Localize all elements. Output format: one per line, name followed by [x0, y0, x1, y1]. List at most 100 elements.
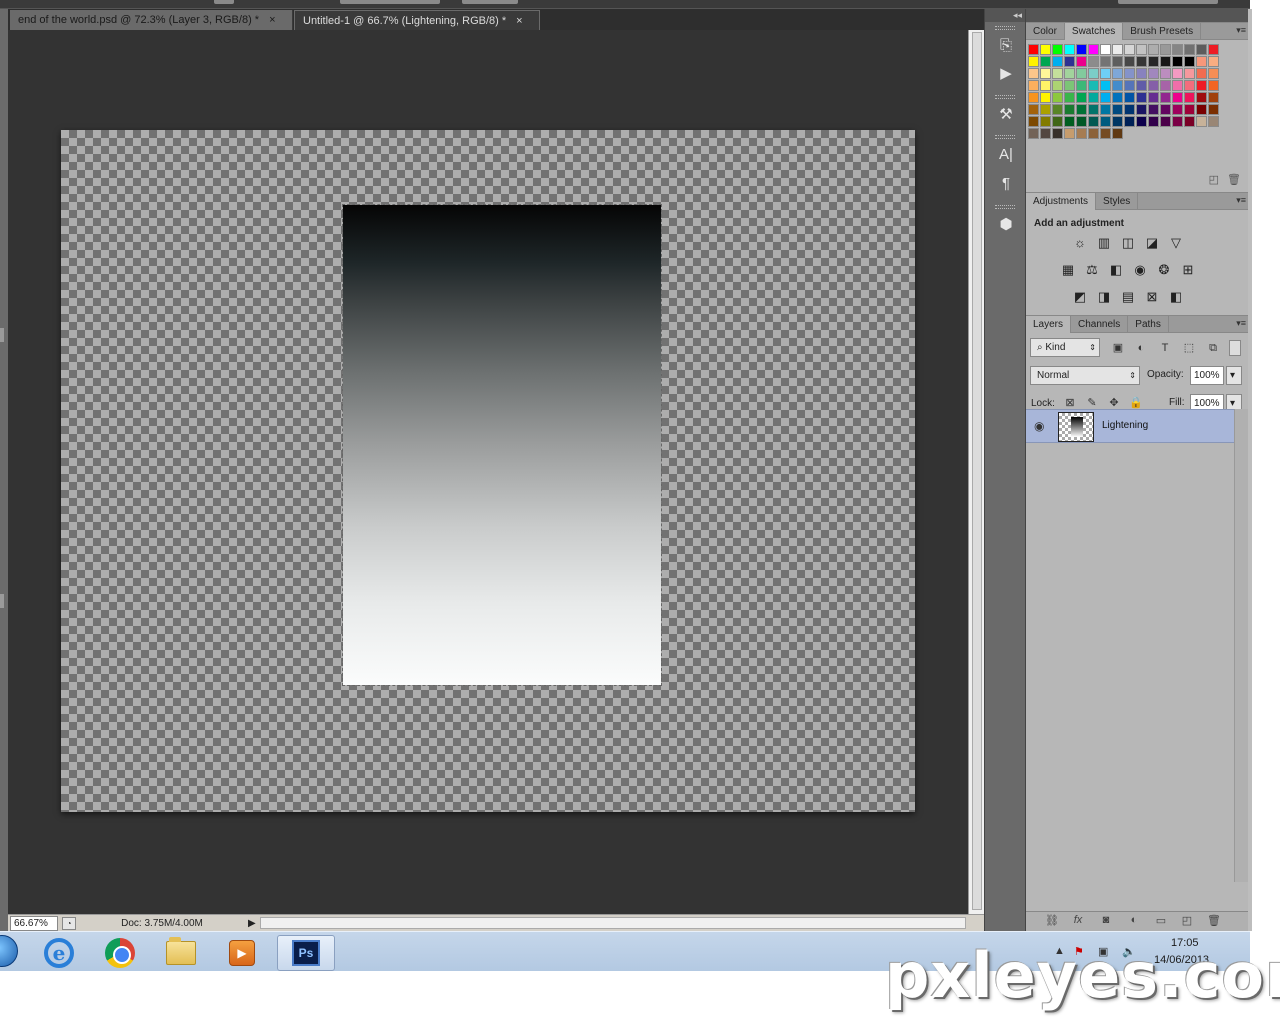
layer-filter-kind[interactable]: ⌕ Kind ⇕ — [1030, 338, 1100, 357]
document-canvas[interactable] — [61, 130, 915, 812]
swatch[interactable] — [1112, 56, 1123, 67]
swatch[interactable] — [1148, 56, 1159, 67]
swatch[interactable] — [1148, 92, 1159, 103]
swatch[interactable] — [1028, 44, 1039, 55]
character-icon[interactable]: A| — [993, 143, 1019, 165]
swatch[interactable] — [1076, 68, 1087, 79]
photo-filter-icon[interactable]: ◉ — [1132, 262, 1148, 278]
swatch[interactable] — [1172, 68, 1183, 79]
swatch[interactable] — [1088, 68, 1099, 79]
swatch[interactable] — [1064, 92, 1075, 103]
swatch[interactable] — [1124, 44, 1135, 55]
swatch[interactable] — [1052, 56, 1063, 67]
swatch[interactable] — [1124, 104, 1135, 115]
invert-icon[interactable]: ◩ — [1072, 289, 1088, 305]
swatch[interactable] — [1064, 128, 1075, 139]
swatch[interactable] — [1172, 80, 1183, 91]
swatch[interactable] — [1184, 116, 1195, 127]
vibrance-icon[interactable]: ▽ — [1168, 235, 1184, 251]
swatch[interactable] — [1136, 44, 1147, 55]
color-lookup-icon[interactable]: ⊞ — [1180, 262, 1196, 278]
swatch[interactable] — [1100, 80, 1111, 91]
new-layer-icon[interactable]: ◰ — [1179, 914, 1195, 928]
swatch[interactable] — [1148, 80, 1159, 91]
swatch[interactable] — [1052, 80, 1063, 91]
options-bar-control[interactable] — [1118, 0, 1218, 4]
swatch[interactable] — [1076, 44, 1087, 55]
swatch[interactable] — [1196, 68, 1207, 79]
swatch[interactable] — [1124, 92, 1135, 103]
swatch[interactable] — [1052, 44, 1063, 55]
swatch[interactable] — [1160, 80, 1171, 91]
black-white-icon[interactable]: ◧ — [1108, 262, 1124, 278]
swatch[interactable] — [1196, 44, 1207, 55]
brightness-icon[interactable]: ☼ — [1072, 235, 1088, 251]
paragraph-icon[interactable]: ¶ — [993, 172, 1019, 194]
swatch[interactable] — [1148, 104, 1159, 115]
swatch[interactable] — [1148, 68, 1159, 79]
swatch[interactable] — [1052, 92, 1063, 103]
swatch[interactable] — [1100, 56, 1111, 67]
swatch[interactable] — [1028, 80, 1039, 91]
swatch[interactable] — [1112, 128, 1123, 139]
link-icon[interactable]: ⛓ — [1044, 914, 1060, 928]
history-icon[interactable]: ⎘ — [993, 34, 1019, 56]
vertical-scrollbar[interactable] — [968, 30, 984, 914]
swatch[interactable] — [1160, 116, 1171, 127]
filter-smart-object-icon[interactable]: ⧉ — [1205, 340, 1221, 356]
swatch[interactable] — [1100, 44, 1111, 55]
swatch[interactable] — [1208, 44, 1219, 55]
swatch[interactable] — [1040, 80, 1051, 91]
swatch[interactable] — [1124, 80, 1135, 91]
mask-icon[interactable]: ◙ — [1098, 914, 1114, 928]
taskbar-ie[interactable]: e — [32, 935, 86, 971]
swatch[interactable] — [1112, 80, 1123, 91]
swatch[interactable] — [1196, 80, 1207, 91]
layer-thumbnail[interactable] — [1058, 412, 1094, 442]
channel-mixer-icon[interactable]: ❂ — [1156, 262, 1172, 278]
swatch[interactable] — [1076, 92, 1087, 103]
canvas-area[interactable] — [8, 30, 968, 914]
swatch[interactable] — [1052, 68, 1063, 79]
swatch[interactable] — [1160, 44, 1171, 55]
swatch[interactable] — [1040, 104, 1051, 115]
close-icon[interactable]: × — [516, 15, 522, 27]
panels-collapse-bar[interactable] — [1026, 9, 1249, 22]
swatch[interactable] — [1100, 128, 1111, 139]
gradient-map-icon[interactable]: ⊠ — [1144, 289, 1160, 305]
new-swatch-icon[interactable]: ◰ — [1209, 173, 1219, 186]
swatch[interactable] — [1052, 128, 1063, 139]
swatch[interactable] — [1040, 92, 1051, 103]
swatch[interactable] — [1088, 128, 1099, 139]
collapse-icon[interactable]: ◂◂ — [985, 9, 1026, 22]
tab-paths[interactable]: Paths — [1128, 316, 1169, 333]
swatch[interactable] — [1196, 104, 1207, 115]
swatch[interactable] — [1088, 104, 1099, 115]
swatch[interactable] — [1184, 44, 1195, 55]
swatch[interactable] — [1172, 116, 1183, 127]
swatch[interactable] — [1172, 92, 1183, 103]
scrollbar-thumb[interactable] — [972, 32, 982, 910]
swatch[interactable] — [1064, 56, 1075, 67]
status-arrow-icon[interactable]: ▶ — [248, 918, 260, 929]
threshold-icon[interactable]: ▤ — [1120, 289, 1136, 305]
filter-toggle-icon[interactable] — [1229, 340, 1241, 356]
swatch[interactable] — [1088, 44, 1099, 55]
close-icon[interactable]: × — [269, 14, 275, 26]
swatch[interactable] — [1076, 116, 1087, 127]
swatch[interactable] — [1208, 104, 1219, 115]
swatch[interactable] — [1064, 104, 1075, 115]
swatch[interactable] — [1088, 92, 1099, 103]
swatch[interactable] — [1100, 92, 1111, 103]
swatch[interactable] — [1076, 104, 1087, 115]
swatch[interactable] — [1052, 116, 1063, 127]
swatch[interactable] — [1028, 116, 1039, 127]
swatch[interactable] — [1112, 44, 1123, 55]
swatch[interactable] — [1112, 116, 1123, 127]
swatch[interactable] — [1064, 116, 1075, 127]
swatch[interactable] — [1172, 104, 1183, 115]
swatch[interactable] — [1136, 104, 1147, 115]
swatch[interactable] — [1088, 80, 1099, 91]
swatch[interactable] — [1088, 56, 1099, 67]
tab-swatches[interactable]: Swatches — [1064, 23, 1124, 40]
